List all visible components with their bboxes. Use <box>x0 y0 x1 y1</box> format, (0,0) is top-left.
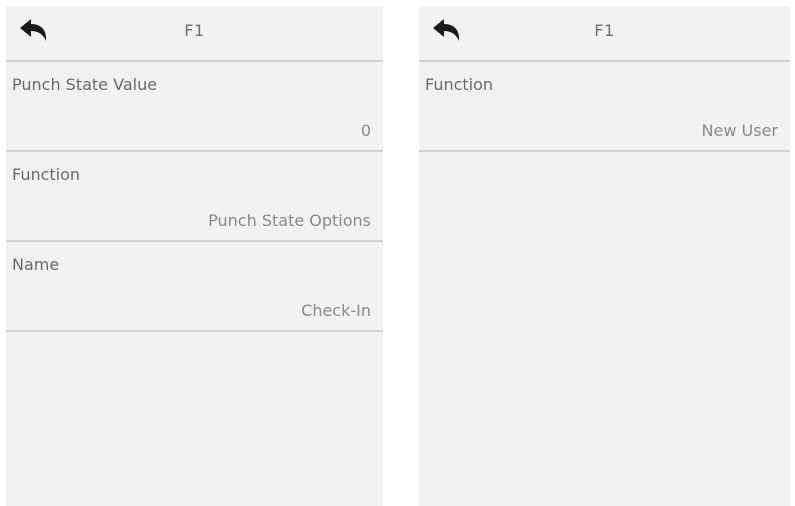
row-label: Function <box>12 165 81 184</box>
row-value: New User <box>701 121 778 140</box>
row-label: Function <box>425 75 494 94</box>
list-item-punch-state-value[interactable]: Punch State Value 0 <box>6 62 383 152</box>
row-value: Punch State Options <box>208 211 371 230</box>
row-value: 0 <box>360 121 371 140</box>
right-screen: F1 Function New User <box>419 6 790 506</box>
row-label: Punch State Value <box>12 75 158 94</box>
list-item-function[interactable]: Function New User <box>419 62 790 152</box>
list-item-function[interactable]: Function Punch State Options <box>6 152 383 242</box>
page-title: F1 <box>594 21 615 40</box>
header-bar: F1 <box>6 6 383 62</box>
row-value: Check-In <box>301 301 371 320</box>
header-bar: F1 <box>419 6 790 62</box>
page-title: F1 <box>184 21 205 40</box>
row-label: Name <box>12 255 60 274</box>
left-screen: F1 Punch State Value 0 Function Punch St… <box>6 6 383 506</box>
list-item-name[interactable]: Name Check-In <box>6 242 383 332</box>
